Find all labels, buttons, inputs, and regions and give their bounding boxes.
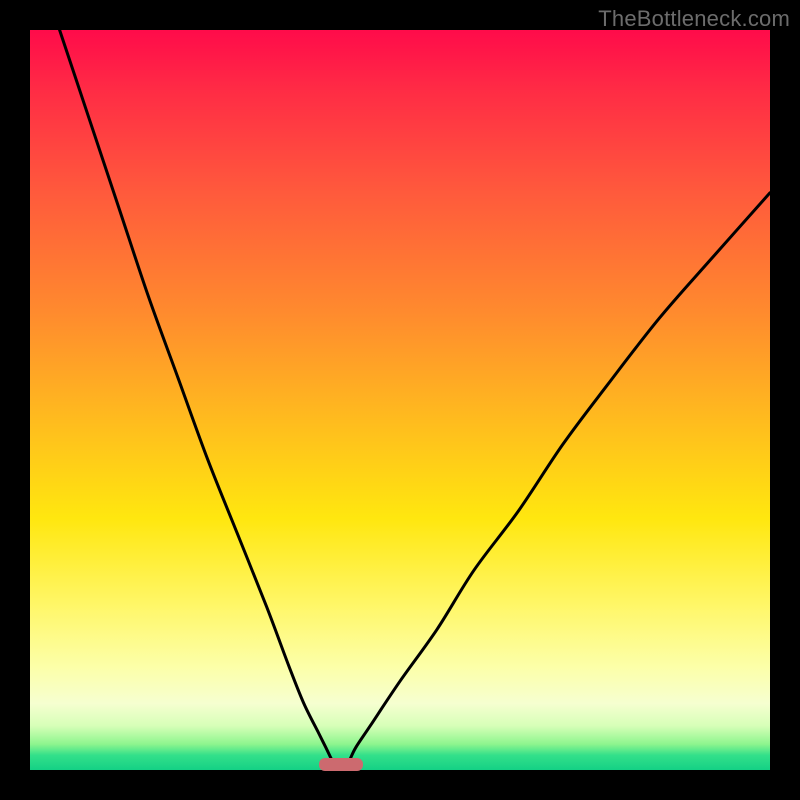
plot-area — [30, 30, 770, 770]
bottleneck-curve — [30, 30, 770, 770]
watermark-text: TheBottleneck.com — [598, 6, 790, 32]
optimum-marker — [319, 758, 363, 771]
chart-frame: TheBottleneck.com — [0, 0, 800, 800]
